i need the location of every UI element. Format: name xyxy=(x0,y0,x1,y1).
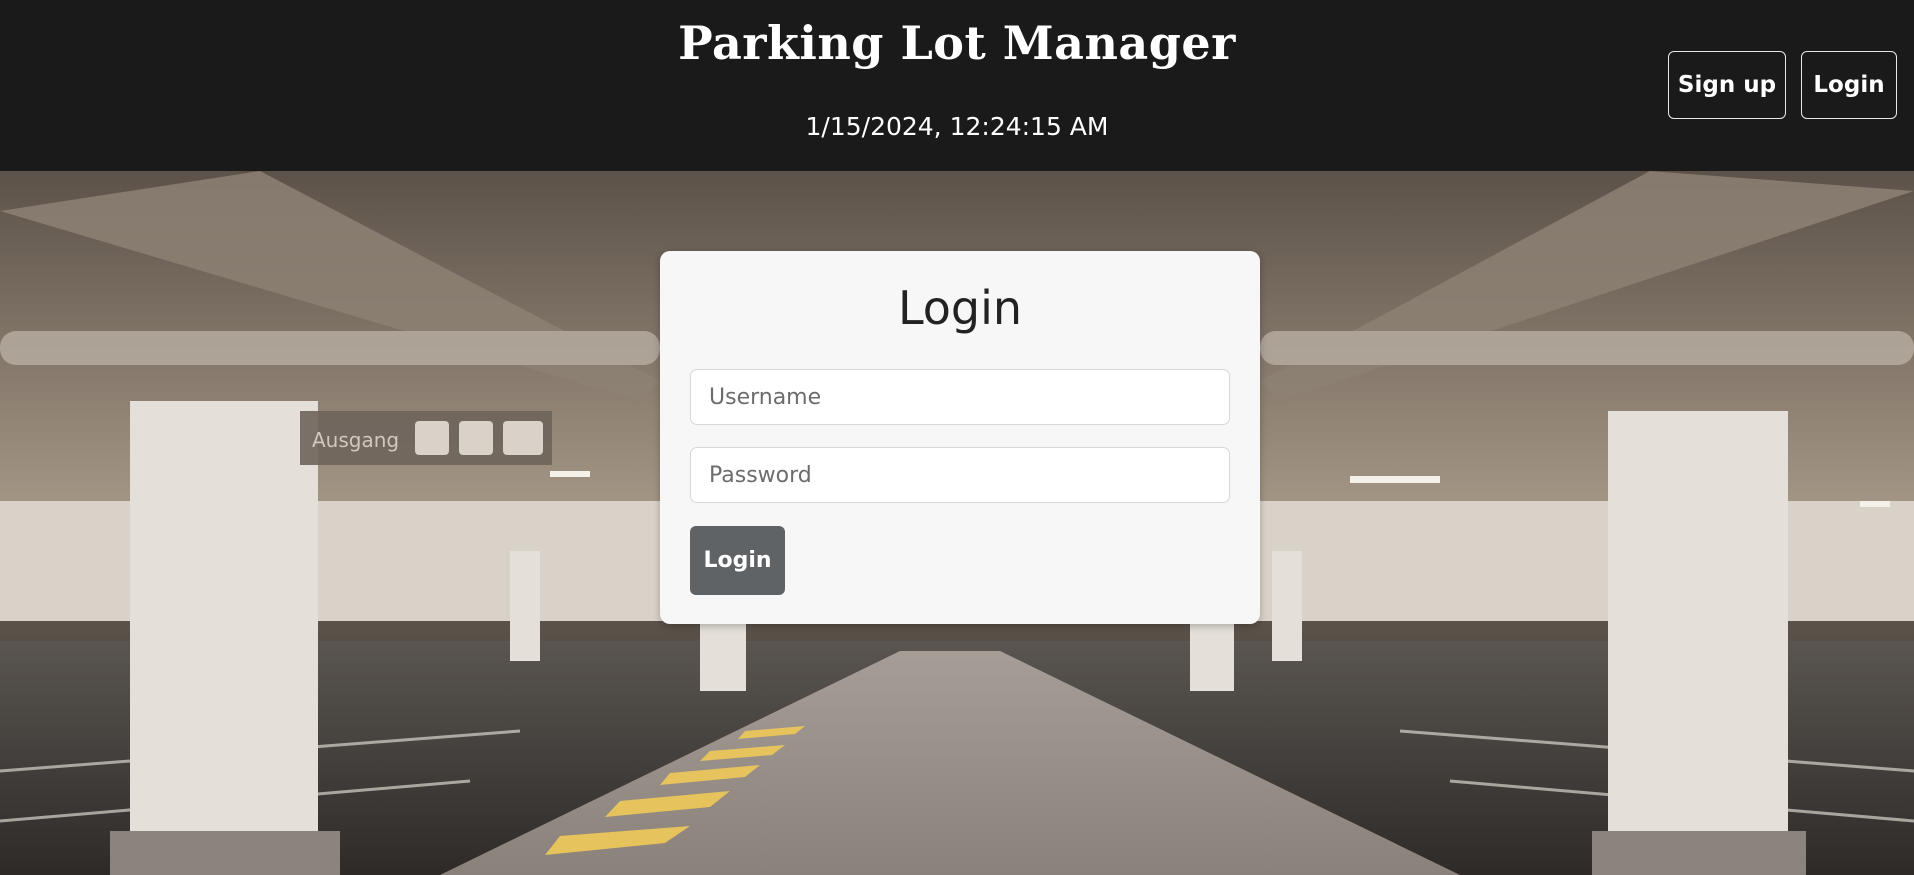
top-header: Parking Lot Manager 1/15/2024, 12:24:15 … xyxy=(0,0,1914,171)
username-input[interactable] xyxy=(690,369,1230,425)
login-submit-button[interactable]: Login xyxy=(690,526,785,595)
exit-sign-text: Ausgang xyxy=(312,428,399,452)
signup-button[interactable]: Sign up xyxy=(1668,51,1786,119)
app-title: Parking Lot Manager xyxy=(678,16,1236,70)
nav-login-button[interactable]: Login xyxy=(1801,51,1897,119)
login-title: Login xyxy=(897,281,1023,335)
login-card: Login Login xyxy=(660,251,1260,624)
current-datetime: 1/15/2024, 12:24:15 AM xyxy=(805,112,1109,141)
password-input[interactable] xyxy=(690,447,1230,503)
